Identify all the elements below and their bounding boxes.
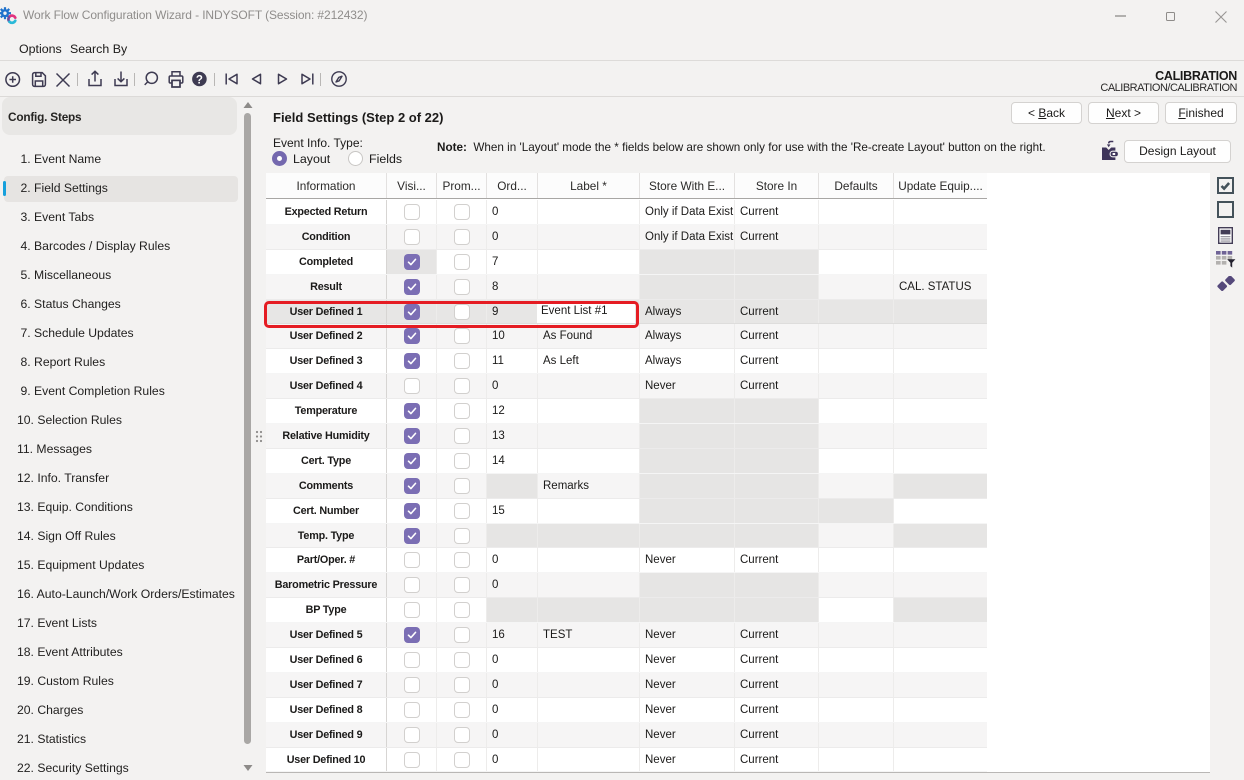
svg-text:?: ?	[196, 74, 203, 86]
